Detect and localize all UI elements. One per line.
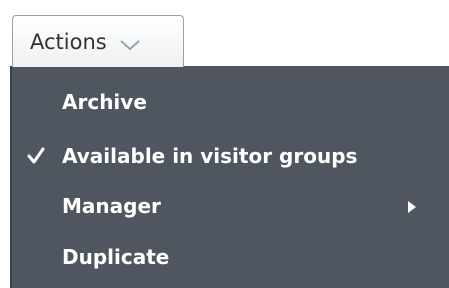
menu-item-label: Archive: [62, 90, 147, 114]
chevron-down-icon: [119, 37, 141, 51]
actions-dropdown-menu: Archive Available in visitor groups Mana…: [10, 66, 449, 288]
menu-item-manager[interactable]: Manager: [12, 186, 449, 226]
caret-right-icon: [407, 199, 417, 213]
menu-item-label: Duplicate: [62, 245, 170, 269]
menu-item-duplicate[interactable]: Duplicate: [12, 237, 449, 277]
menu-item-label: Manager: [62, 194, 161, 218]
menu-item-label: Available in visitor groups: [62, 144, 358, 168]
actions-dropdown-button[interactable]: Actions: [12, 15, 184, 67]
actions-button-label: Actions: [30, 29, 107, 54]
menu-item-available-in-visitor-groups[interactable]: Available in visitor groups: [12, 136, 449, 176]
checkmark-icon: [26, 146, 46, 166]
menu-item-archive[interactable]: Archive: [12, 82, 449, 122]
